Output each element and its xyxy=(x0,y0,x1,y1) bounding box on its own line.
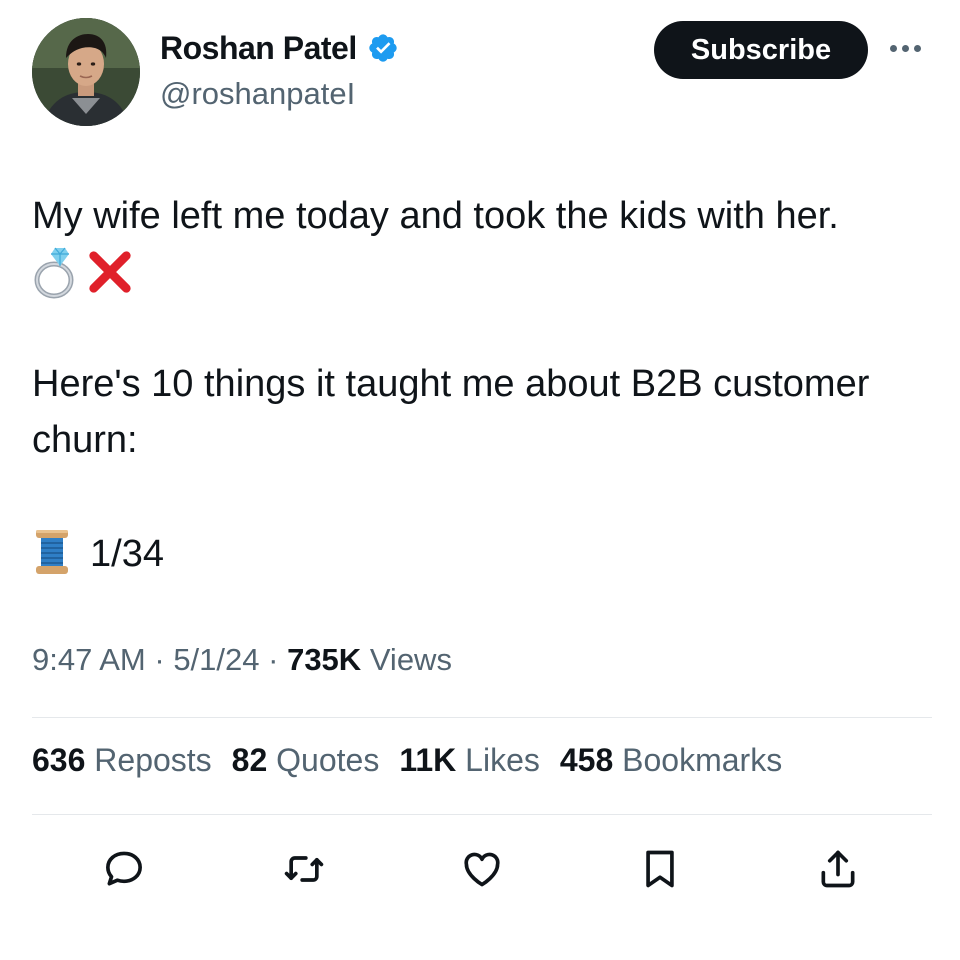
verified-badge-icon[interactable] xyxy=(367,32,399,64)
meta-separator: · xyxy=(145,642,174,677)
thread-indicator: 1/34 xyxy=(32,526,164,582)
likes-stat[interactable]: 11K Likes xyxy=(399,742,540,779)
reply-icon[interactable] xyxy=(100,845,148,893)
stat-count: 11K xyxy=(399,742,457,778)
bookmarks-stat[interactable]: 458 Bookmarks xyxy=(560,742,782,779)
more-dot xyxy=(914,44,921,52)
author-handle[interactable]: @roshanpateI xyxy=(160,76,355,112)
divider xyxy=(32,814,932,815)
stat-count: 82 xyxy=(231,742,268,778)
thread-count: 1/34 xyxy=(90,532,164,575)
stat-label: Quotes xyxy=(276,742,380,778)
engagement-stats: 636 Reposts 82 Quotes 11K Likes 458 Book… xyxy=(32,742,802,779)
thread-spool-emoji xyxy=(32,528,72,581)
divider xyxy=(32,717,932,718)
like-icon[interactable] xyxy=(458,845,506,893)
bookmark-icon[interactable] xyxy=(636,845,684,893)
views-label: Views xyxy=(369,642,452,677)
author-row: Roshan Patel xyxy=(160,26,399,70)
views-count: 735K xyxy=(287,642,362,677)
author-name[interactable]: Roshan Patel xyxy=(160,30,357,67)
stat-label: Likes xyxy=(465,742,540,778)
more-options-icon[interactable] xyxy=(890,38,930,58)
stat-label: Bookmarks xyxy=(622,742,783,778)
tweet-text-line2: Here's 10 things it taught me about B2B … xyxy=(32,363,870,461)
repost-icon[interactable] xyxy=(280,845,328,893)
quotes-stat[interactable]: 82 Quotes xyxy=(232,742,380,779)
views-label xyxy=(361,642,370,678)
tweet-text-line1: My wife left me today and took the kids … xyxy=(32,195,839,237)
ring-emoji xyxy=(32,244,82,305)
stat-count: 458 xyxy=(559,742,614,778)
tweet-date[interactable]: 5/1/24 xyxy=(173,642,259,678)
stat-count: 636 xyxy=(32,742,86,778)
subscribe-button[interactable]: Subscribe xyxy=(654,21,868,79)
tweet-meta: 9:47 AM · 5/1/24 · 735K Views xyxy=(32,642,452,678)
tweet-emojis xyxy=(32,244,134,304)
meta-separator: · xyxy=(259,642,288,677)
share-icon[interactable] xyxy=(814,845,862,893)
cross-mark-emoji xyxy=(86,248,134,301)
avatar-photo xyxy=(32,18,140,126)
more-dot xyxy=(890,44,897,52)
avatar[interactable] xyxy=(32,18,140,126)
stat-label: Reposts xyxy=(94,742,212,778)
reposts-stat[interactable]: 636 Reposts xyxy=(32,742,212,779)
tweet-time[interactable]: 9:47 AM xyxy=(32,642,146,678)
more-dot xyxy=(902,44,909,52)
